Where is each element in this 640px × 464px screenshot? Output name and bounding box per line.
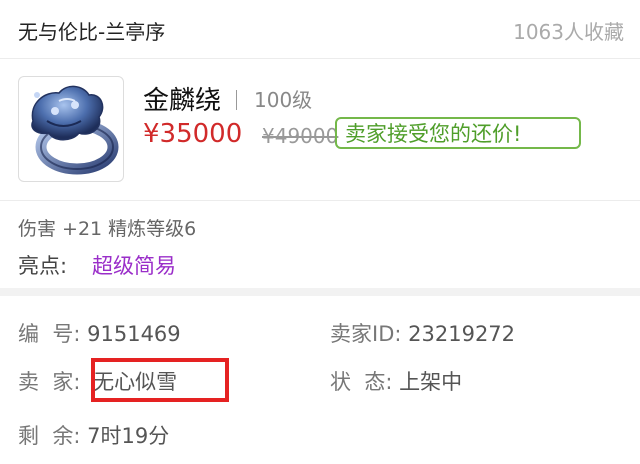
seller-label: 卖 家: xyxy=(18,370,81,394)
annotation-box xyxy=(91,358,229,402)
status-label: 状 态: xyxy=(330,370,393,394)
status-value: 上架中 xyxy=(399,370,463,394)
shop-header[interactable]: 无与伦比-兰亭序 1063人收藏 xyxy=(0,0,640,58)
item-level: 100级 xyxy=(254,88,313,112)
item-card: 无与伦比-兰亭序 1063人收藏 金麟绕 100级 ¥35000 ¥49000 … xyxy=(0,0,640,288)
remaining-field: 剩 余: 7时19分 xyxy=(18,420,169,450)
detail-card: 编 号: 9151469 卖家ID: 23219272 卖 家: 无心似雪 状 … xyxy=(0,296,640,464)
jade-ring-item-icon[interactable] xyxy=(18,76,124,182)
id-value: 9151469 xyxy=(87,322,181,346)
remaining-value: 7时19分 xyxy=(87,424,170,448)
status-field: 状 态: 上架中 xyxy=(330,366,462,396)
seller-id-value: 23219272 xyxy=(408,322,516,346)
seller-id-field: 卖家ID: 23219272 xyxy=(330,318,515,348)
remaining-label: 剩 余: xyxy=(18,424,81,448)
original-price: ¥49000 xyxy=(262,124,339,148)
seller-id-label: 卖家ID: xyxy=(330,322,402,346)
bargain-badge[interactable]: 卖家接受您的还价! xyxy=(335,117,581,149)
item-price: ¥35000 xyxy=(143,119,243,149)
divider xyxy=(0,200,640,201)
id-field: 编 号: 9151469 xyxy=(18,318,181,348)
favorites-count: 1063人收藏 xyxy=(513,20,624,44)
shop-name[interactable]: 无与伦比-兰亭序 xyxy=(18,16,165,45)
highlight-value: 超级简易 xyxy=(92,254,176,278)
id-label: 编 号: xyxy=(18,322,81,346)
title-divider xyxy=(236,90,237,110)
item-name: 金麟绕 xyxy=(143,86,222,116)
highlight-label: 亮点: xyxy=(18,254,68,278)
divider xyxy=(0,58,640,59)
item-stats: 伤害 +21 精炼等级6 xyxy=(18,218,197,240)
